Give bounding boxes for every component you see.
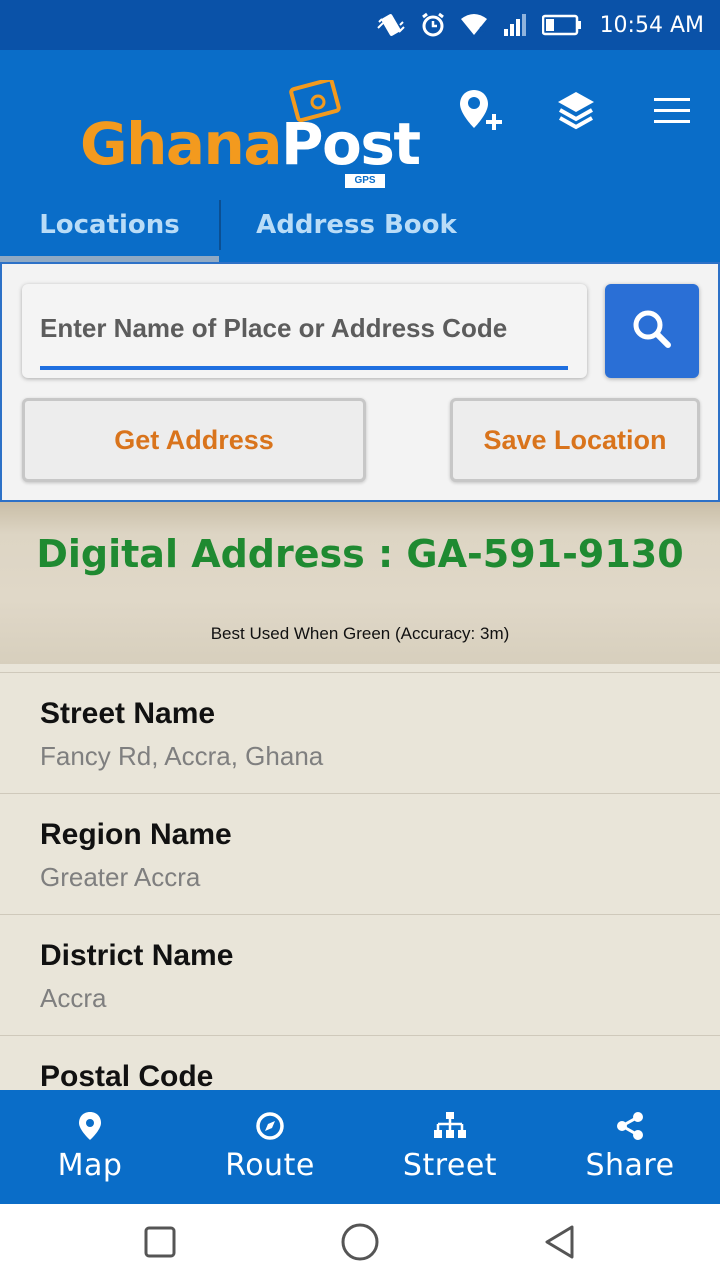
nav-share[interactable]: Share [540, 1090, 720, 1204]
address-details: Street Name Fancy Rd, Accra, Ghana Regio… [0, 672, 720, 1090]
compass-icon [255, 1111, 285, 1146]
detail-value: Accra [40, 983, 107, 1013]
map-pin-icon [76, 1111, 104, 1146]
accuracy-note: Best Used When Green (Accuracy: 3m) [210, 624, 510, 643]
status-bar: 10:54 AM [0, 0, 720, 50]
detail-row-district: District Name Accra [0, 915, 720, 1036]
save-location-button[interactable]: Save Location [450, 398, 700, 482]
home-icon[interactable] [340, 1222, 380, 1262]
nav-route[interactable]: Route [180, 1090, 360, 1204]
detail-row-region: Region Name Greater Accra [0, 794, 720, 915]
logo-ghana-text: Ghana [80, 110, 282, 178]
nav-label: Share [585, 1148, 675, 1183]
wifi-icon [460, 13, 488, 37]
ghanapost-logo: GhanaPost GPS [80, 77, 421, 192]
detail-label: Street Name [40, 697, 216, 730]
app-header: GhanaPost GPS Locations Address Book [0, 50, 720, 262]
nav-label: Map [57, 1148, 123, 1183]
logo-gps-badge: GPS [345, 174, 385, 188]
menu-icon[interactable] [648, 86, 696, 134]
alarm-icon [420, 12, 446, 38]
detail-label: Region Name [40, 818, 232, 851]
detail-value: Greater Accra [40, 862, 201, 892]
search-button[interactable] [605, 284, 699, 378]
detail-row-street: Street Name Fancy Rd, Accra, Ghana [0, 673, 720, 794]
detail-row-postal: Postal Code [0, 1036, 720, 1090]
nav-map[interactable]: Map [0, 1090, 180, 1204]
recent-apps-icon[interactable] [140, 1222, 180, 1262]
logo-post-text: Post [280, 110, 421, 178]
search-input[interactable] [40, 302, 570, 354]
search-icon [630, 307, 674, 356]
search-box [22, 284, 587, 378]
vibrate-icon [376, 12, 406, 38]
nav-street[interactable]: Street [360, 1090, 540, 1204]
digital-address: Digital Address : GA-591-9130 [36, 532, 684, 576]
detail-label: Postal Code [40, 1060, 214, 1090]
battery-icon [541, 14, 582, 36]
bottom-nav: Map Route Street Share [0, 1090, 720, 1204]
search-panel: Get Address Save Location [0, 262, 720, 502]
share-icon [615, 1111, 645, 1146]
tab-locations[interactable]: Locations [0, 188, 219, 262]
back-icon[interactable] [540, 1222, 580, 1262]
system-nav-bar [0, 1204, 720, 1280]
tab-address-book[interactable]: Address Book [221, 188, 492, 262]
search-underline [40, 366, 568, 370]
nav-label: Route [225, 1148, 315, 1183]
nav-label: Street [402, 1148, 498, 1183]
signal-icon [502, 13, 528, 37]
detail-value: Fancy Rd, Accra, Ghana [40, 741, 324, 771]
sitemap-icon [433, 1111, 467, 1146]
layers-icon[interactable] [552, 86, 600, 134]
add-location-icon[interactable] [456, 86, 504, 134]
detail-label: District Name [40, 939, 234, 972]
status-time: 10:54 AM [599, 12, 704, 38]
get-address-button[interactable]: Get Address [22, 398, 366, 482]
digital-address-section: Digital Address : GA-591-9130 Best Used … [0, 502, 720, 664]
tab-bar: Locations Address Book [0, 188, 720, 262]
